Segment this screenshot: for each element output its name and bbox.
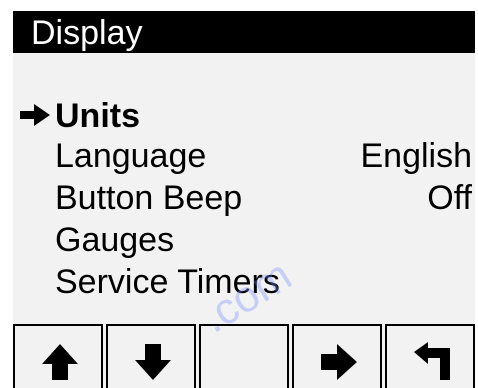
menu-item-label: Units (55, 97, 140, 135)
menu-item-gauges[interactable]: Gauges (13, 219, 475, 261)
menu-item-value: English (360, 137, 472, 175)
menu-item-label: Service Timers (55, 263, 280, 301)
screen-title: Display (31, 14, 143, 52)
up-softkey[interactable] (13, 324, 103, 388)
menu-item-label: Language (55, 137, 207, 175)
softkey-bar (13, 324, 475, 388)
title-bar: Display (13, 11, 475, 53)
enter-softkey[interactable] (292, 324, 382, 388)
menu-item-button-beep[interactable]: Button Beep Off (13, 177, 475, 219)
menu-item-label: Gauges (55, 221, 175, 259)
down-softkey[interactable] (106, 324, 196, 388)
display-screen: Display Units Language English Button Be… (13, 11, 475, 388)
blank-softkey[interactable] (199, 324, 289, 388)
menu-item-units[interactable]: Units (13, 95, 475, 137)
menu-item-service-timers[interactable]: Service Timers (13, 261, 475, 303)
menu-item-value: Off (427, 179, 472, 217)
menu-item-label: Button Beep (55, 179, 243, 217)
arrow-up-icon (42, 344, 78, 380)
selection-arrow-icon (20, 104, 50, 126)
back-softkey[interactable] (385, 324, 475, 388)
return-icon (414, 342, 450, 380)
arrow-right-icon (321, 344, 357, 380)
menu-item-language[interactable]: Language English (13, 135, 475, 177)
arrow-down-icon (135, 344, 171, 380)
